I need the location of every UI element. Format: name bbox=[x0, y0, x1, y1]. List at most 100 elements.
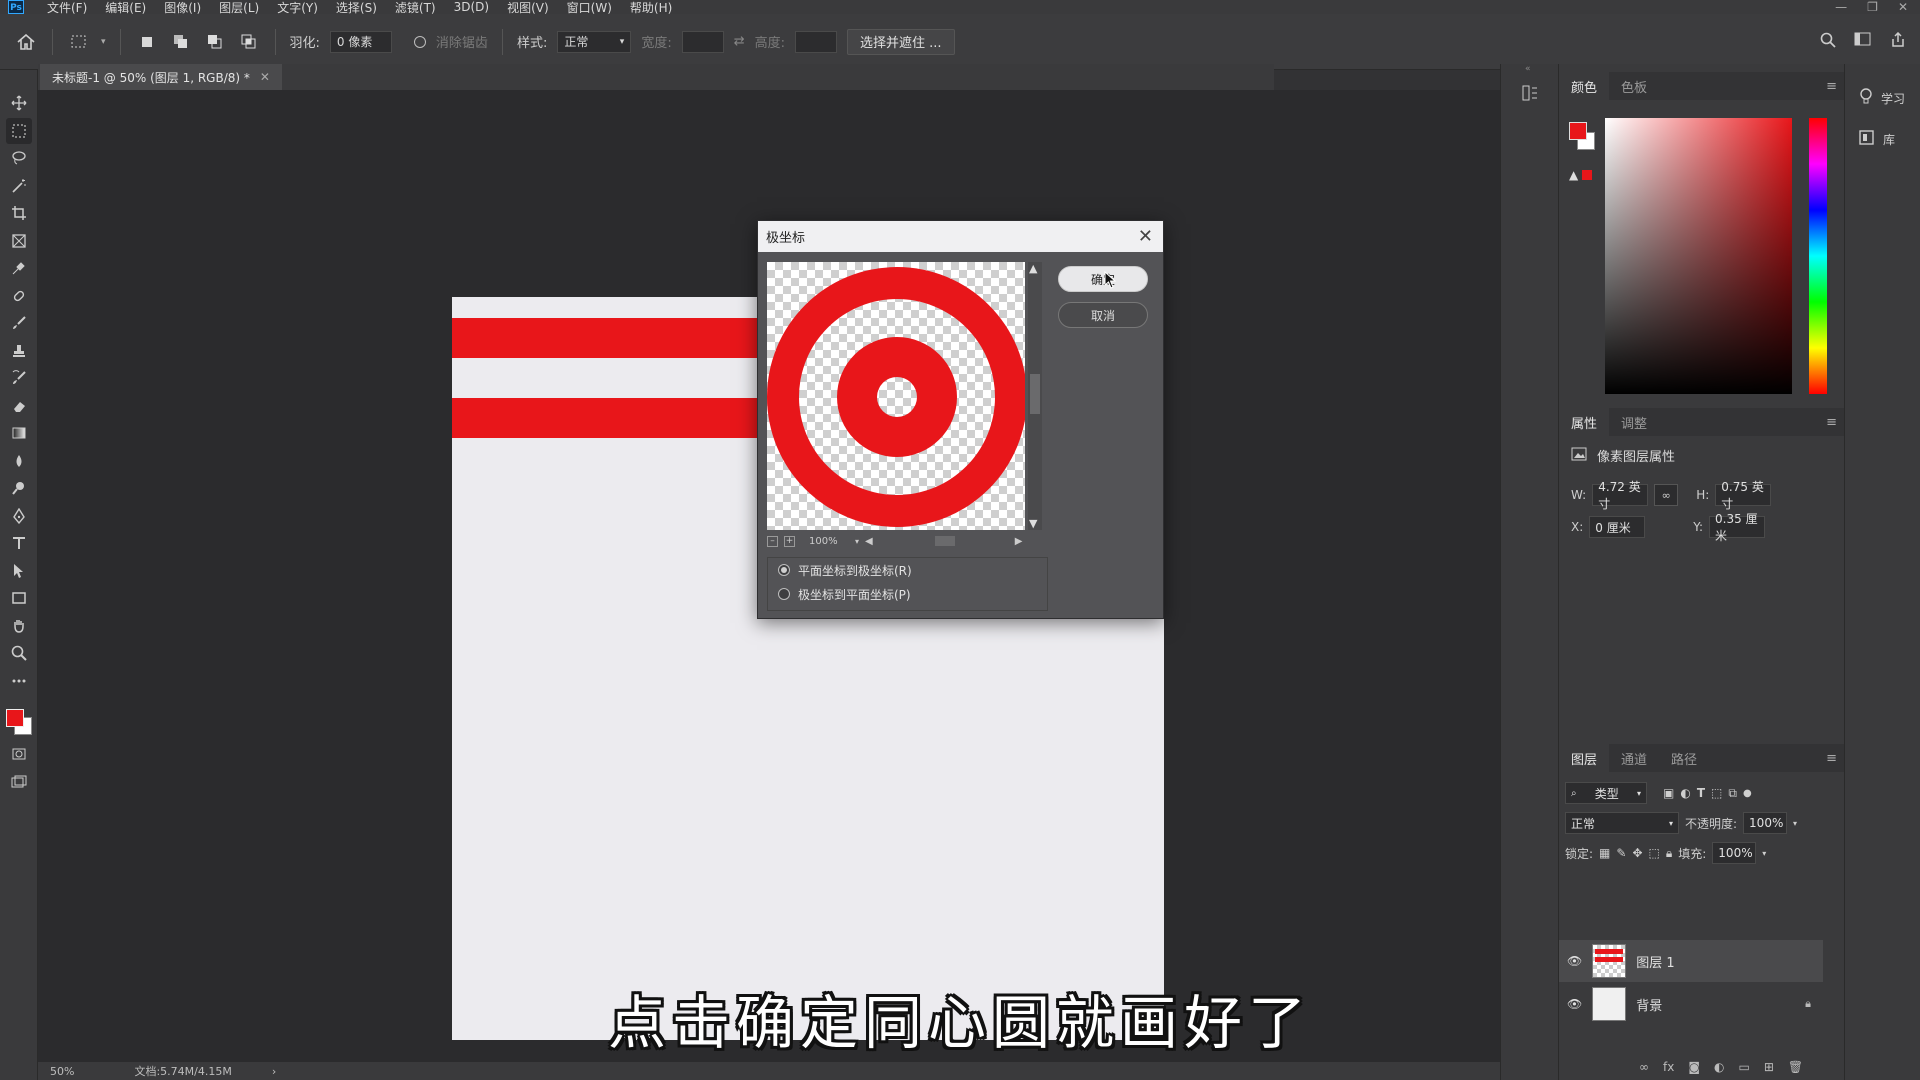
tab-layers[interactable]: 图层 bbox=[1559, 744, 1610, 772]
preview-vertical-scrollbar[interactable]: ▲ ▼ bbox=[1028, 262, 1042, 530]
foreground-color[interactable] bbox=[1569, 122, 1587, 140]
lock-all-icon[interactable]: 🔒︎ bbox=[1666, 846, 1672, 861]
filter-type-icon[interactable]: T bbox=[1697, 786, 1705, 800]
web-safe-color-icon[interactable] bbox=[1582, 170, 1593, 180]
tab-swatches[interactable]: 色板 bbox=[1609, 77, 1659, 96]
scroll-up-icon[interactable]: ▲ bbox=[1029, 262, 1037, 275]
lock-image-icon[interactable]: ✎ bbox=[1616, 846, 1626, 860]
rectangle-tool-icon[interactable] bbox=[6, 585, 32, 611]
delete-layer-icon[interactable]: 🗑︎ bbox=[1788, 1060, 1803, 1074]
chevron-right-icon[interactable]: › bbox=[272, 1065, 276, 1078]
close-icon[interactable]: ✕ bbox=[1138, 226, 1153, 247]
tab-properties[interactable]: 属性 bbox=[1559, 408, 1610, 436]
history-brush-tool-icon[interactable] bbox=[6, 365, 32, 391]
color-field[interactable] bbox=[1605, 118, 1792, 394]
stamp-tool-icon[interactable] bbox=[6, 338, 32, 364]
share-icon[interactable] bbox=[1890, 31, 1906, 52]
scroll-right-icon[interactable]: ▶ bbox=[1015, 536, 1023, 547]
filter-pixel-icon[interactable]: ▣ bbox=[1663, 786, 1674, 800]
filter-smart-object-icon[interactable]: ⧉ bbox=[1728, 786, 1737, 801]
pen-tool-icon[interactable] bbox=[6, 503, 32, 529]
x-input[interactable]: 0 厘米 bbox=[1589, 516, 1646, 538]
document-size[interactable]: 文档:5.74M/4.15M bbox=[134, 1063, 231, 1079]
height-input[interactable] bbox=[795, 30, 838, 53]
more-tools-icon[interactable] bbox=[6, 668, 32, 694]
marquee-tool-icon[interactable] bbox=[5, 117, 32, 144]
learn-panel-button[interactable]: 学习 bbox=[1859, 88, 1905, 109]
preview-zoom-value[interactable]: 100% bbox=[809, 536, 849, 547]
preview-horizontal-scrollbar[interactable] bbox=[879, 535, 1009, 547]
magic-wand-tool-icon[interactable] bbox=[6, 173, 32, 199]
document-tab[interactable]: 未标题-1 @ 50% (图层 1, RGB/8) * ✕ bbox=[40, 64, 282, 90]
foreground-color[interactable] bbox=[5, 709, 24, 727]
crop-tool-icon[interactable] bbox=[6, 200, 32, 226]
new-group-icon[interactable]: ▭ bbox=[1738, 1060, 1749, 1074]
fx-icon[interactable]: fx bbox=[1663, 1060, 1674, 1074]
new-layer-icon[interactable]: ⊞ bbox=[1764, 1060, 1774, 1074]
filter-adjustment-icon[interactable]: ◐ bbox=[1680, 786, 1690, 800]
select-and-mask-button[interactable]: 选择并遮住 ... bbox=[847, 28, 955, 55]
blend-mode-select[interactable]: 正常 ▾ bbox=[1565, 812, 1679, 834]
eyedropper-tool-icon[interactable] bbox=[6, 255, 32, 281]
layer-filter-select[interactable]: ⌕ 类型 ▾ bbox=[1565, 782, 1647, 804]
hand-tool-icon[interactable] bbox=[6, 613, 32, 639]
marquee-preset-icon[interactable] bbox=[67, 31, 91, 53]
history-panel-icon[interactable] bbox=[1521, 84, 1539, 106]
add-mask-icon[interactable]: ◙ bbox=[1688, 1060, 1700, 1074]
subtract-selection-icon[interactable] bbox=[203, 31, 227, 53]
swap-icon[interactable]: ⇄ bbox=[734, 34, 745, 49]
color-swatches[interactable] bbox=[4, 701, 34, 741]
y-input[interactable]: 0.35 厘米 bbox=[1709, 512, 1766, 543]
feather-input[interactable]: 0 像素 bbox=[329, 30, 392, 53]
gradient-tool-icon[interactable] bbox=[6, 420, 32, 446]
option-rectangular-to-polar[interactable]: 平面坐标到极坐标(R) bbox=[768, 558, 1047, 582]
link-layers-icon[interactable]: ∞ bbox=[1639, 1060, 1649, 1074]
move-tool-icon[interactable] bbox=[6, 90, 32, 116]
tab-paths[interactable]: 路径 bbox=[1659, 749, 1709, 768]
search-icon[interactable] bbox=[1820, 32, 1836, 52]
zoom-out-icon[interactable]: – bbox=[767, 535, 778, 547]
blur-tool-icon[interactable] bbox=[6, 448, 32, 474]
type-tool-icon[interactable] bbox=[6, 530, 32, 556]
panel-menu-icon[interactable]: ≡ bbox=[1826, 79, 1837, 94]
cancel-button[interactable]: 取消 bbox=[1058, 302, 1148, 328]
option-polar-to-rectangular[interactable]: 极坐标到平面坐标(P) bbox=[768, 582, 1047, 606]
restore-icon[interactable]: ❐ bbox=[1867, 0, 1878, 14]
filter-toggle-icon[interactable]: ● bbox=[1743, 788, 1752, 799]
zoom-in-icon[interactable]: + bbox=[784, 535, 795, 547]
intersect-selection-icon[interactable] bbox=[237, 31, 261, 53]
panel-menu-icon[interactable]: ≡ bbox=[1826, 751, 1837, 766]
screen-mode-icon[interactable] bbox=[6, 769, 32, 795]
radio-rectangular-to-polar[interactable] bbox=[778, 564, 790, 576]
brush-tool-icon[interactable] bbox=[6, 310, 32, 336]
panel-menu-icon[interactable]: ≡ bbox=[1826, 415, 1837, 430]
height-input[interactable]: 0.75 英寸 bbox=[1715, 480, 1772, 511]
scroll-thumb[interactable] bbox=[1030, 374, 1040, 414]
tab-channels[interactable]: 通道 bbox=[1609, 749, 1659, 768]
filter-preview[interactable] bbox=[767, 262, 1025, 530]
scroll-down-icon[interactable]: ▼ bbox=[1029, 517, 1037, 530]
path-selection-tool-icon[interactable] bbox=[6, 558, 32, 584]
healing-brush-tool-icon[interactable] bbox=[6, 283, 32, 309]
fill-input[interactable]: 100% bbox=[1712, 842, 1757, 864]
visibility-eye-icon[interactable]: 👁︎ bbox=[1567, 954, 1582, 968]
workspace-icon[interactable] bbox=[1854, 32, 1872, 52]
close-icon[interactable]: ✕ bbox=[260, 70, 270, 84]
zoom-tool-icon[interactable] bbox=[6, 640, 32, 666]
style-select[interactable]: 正常 ▾ bbox=[557, 30, 632, 53]
lock-position-icon[interactable]: ✥ bbox=[1632, 846, 1642, 860]
new-selection-icon[interactable] bbox=[135, 31, 159, 53]
layer-name[interactable]: 图层 1 bbox=[1636, 952, 1674, 971]
link-icon[interactable]: ∞ bbox=[1654, 484, 1679, 506]
minimize-icon[interactable]: — bbox=[1835, 0, 1847, 14]
frame-tool-icon[interactable] bbox=[6, 228, 32, 254]
ok-button[interactable]: 确定 bbox=[1058, 266, 1148, 292]
scroll-thumb[interactable] bbox=[934, 536, 955, 546]
home-icon[interactable] bbox=[14, 31, 38, 53]
menu-3d[interactable]: 3D(D) bbox=[445, 0, 498, 14]
chevron-down-icon[interactable]: ▾ bbox=[101, 37, 106, 47]
close-icon[interactable]: ✕ bbox=[1898, 0, 1908, 14]
lock-transparent-icon[interactable]: ▦ bbox=[1599, 846, 1610, 860]
lock-artboard-icon[interactable]: ⬚ bbox=[1649, 846, 1660, 860]
add-selection-icon[interactable] bbox=[169, 31, 193, 53]
